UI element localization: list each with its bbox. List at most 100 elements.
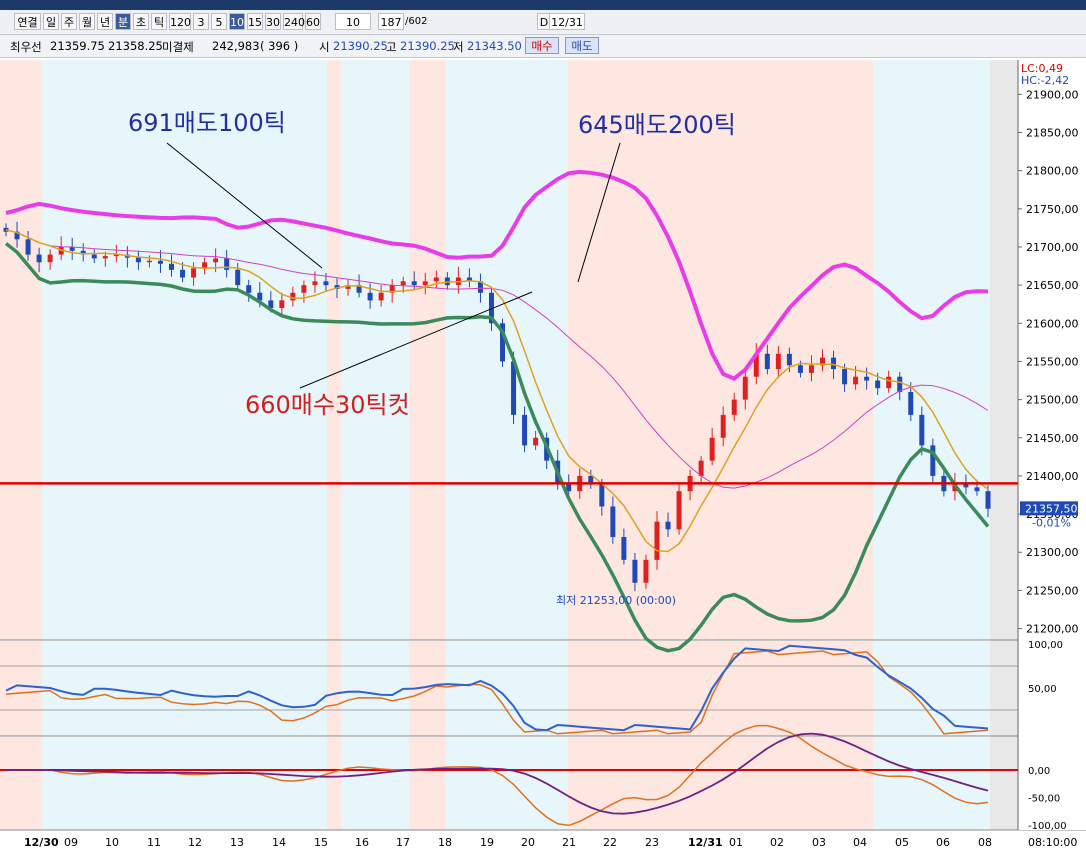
candle-body-61 — [676, 491, 682, 530]
candle-body-17 — [191, 268, 197, 278]
lc-label: LC:0,49 — [1021, 62, 1063, 75]
low-label: 저 — [453, 40, 464, 54]
candle-body-48 — [533, 437, 539, 446]
period-button-7[interactable]: 틱 — [151, 13, 167, 30]
period-button-10[interactable]: 5 — [211, 13, 227, 30]
period-button-5[interactable]: 분 — [115, 13, 131, 30]
candle-body-59 — [654, 521, 660, 560]
legend-upper[interactable]: 상한선(21580,68) — [456, 61, 552, 75]
period-button-2[interactable]: 주 — [61, 13, 77, 30]
legend-ma5[interactable]: 5(21377,20) — [662, 61, 733, 75]
candle-body-83 — [919, 414, 925, 446]
best-bid-value: 21358.25 — [108, 39, 163, 53]
x-tick-label-9: 17 — [396, 836, 410, 849]
x-tick-label-20: 04 — [853, 836, 867, 849]
high-value: 21390.25 — [400, 39, 455, 53]
period-button-8[interactable]: 120 — [169, 13, 191, 30]
sell-button[interactable]: 매도 — [565, 37, 599, 54]
region-shade-osc2-8 — [873, 737, 990, 830]
arrow-sell-691 — [166, 142, 323, 269]
date-input[interactable]: 12/31 — [549, 13, 585, 30]
price-chart[interactable]: 21900,00 21850,00 21800,00 21750,00 21700,00… — [0, 0, 1086, 862]
candle-body-55 — [610, 506, 616, 537]
candle-body-23 — [257, 292, 263, 301]
x-tick-label-17: 01 — [729, 836, 743, 849]
legend-bb-mid[interactable]: Bollinger Bands중심선 20,2(21452,82) — [233, 61, 448, 75]
candle-body-46 — [511, 361, 517, 415]
candle-body-62 — [687, 475, 693, 492]
annotation-sell-645: 645매도200틱 — [578, 111, 736, 139]
candle-body-43 — [477, 281, 483, 293]
region-shade-main-7 — [722, 60, 873, 640]
region-shade-main-2 — [327, 60, 341, 640]
x-tick-label-10: 18 — [438, 836, 452, 849]
region-shade-osc2-0 — [0, 737, 42, 830]
period-button-13[interactable]: 30 — [265, 13, 281, 30]
last-price-value: 21357,50 — [1025, 502, 1078, 515]
candle-body-42 — [466, 277, 472, 282]
period-button-0[interactable]: 연결 — [14, 13, 41, 30]
candle-body-19 — [213, 258, 219, 263]
region-shade-main-0 — [0, 60, 42, 640]
unsettled-change: ( 396 ) — [260, 39, 299, 53]
region-shade-osc2-7 — [722, 737, 873, 830]
candle-body-78 — [864, 376, 870, 381]
candle-body-38 — [422, 281, 428, 286]
count-select[interactable]: 10 — [335, 13, 371, 30]
lower-band-line — [4, 242, 990, 653]
period-button-4[interactable]: 년 — [97, 13, 113, 30]
candle-body-73 — [808, 365, 814, 373]
candle-body-79 — [875, 380, 881, 389]
upper-band-line — [5, 169, 989, 381]
hc-label: HC:-2,42 — [1021, 74, 1069, 87]
middle-band-line — [5, 229, 989, 489]
page-input[interactable]: 187 — [378, 13, 404, 30]
x-tick-label-15: 23 — [645, 836, 659, 849]
buy-button[interactable]: 매수 — [525, 37, 559, 54]
candle-body-82 — [908, 391, 914, 415]
region-shade-osc1-3 — [341, 641, 409, 736]
region-shade-osc1-5 — [446, 641, 568, 736]
osc1-fast-line — [5, 644, 989, 732]
period-button-1[interactable]: 일 — [43, 13, 59, 30]
period-button-12[interactable]: 15 — [247, 13, 263, 30]
period-button-6[interactable]: 초 — [133, 13, 149, 30]
candle-body-15 — [169, 263, 175, 270]
candle-body-75 — [831, 357, 837, 370]
candle-body-50 — [555, 460, 561, 484]
candle-body-20 — [224, 258, 230, 270]
x-tick-label-7: 15 — [314, 836, 328, 849]
candle-body-72 — [797, 365, 803, 373]
candle-body-85 — [941, 475, 947, 492]
candle-body-66 — [731, 399, 737, 415]
period-button-9[interactable]: 3 — [193, 13, 209, 30]
region-shade-osc2-2 — [327, 737, 341, 830]
period-button-11[interactable]: 10 — [229, 13, 245, 30]
candle-body-39 — [433, 277, 439, 282]
period-button-3[interactable]: 월 — [79, 13, 95, 30]
candle-body-69 — [764, 353, 770, 370]
annotation-buy-660: 660매수30틱컷 — [245, 391, 410, 419]
region-shade-osc2-4 — [409, 737, 446, 830]
arrow-buy-660 — [299, 291, 533, 389]
high-label: 고 — [386, 40, 397, 54]
y-tick-label-3: 21750,00 — [1026, 203, 1079, 216]
x-tick-label-11: 19 — [480, 836, 494, 849]
period-button-15[interactable]: 60 — [305, 13, 321, 30]
window-titlebar — [0, 0, 1086, 10]
legend-lower[interactable]: 하한선(21324,96) — [559, 61, 655, 75]
candle-body-8 — [91, 254, 97, 259]
candle-body-45 — [500, 323, 506, 362]
candle-body-28 — [312, 281, 318, 286]
legend-bb[interactable]: Bollinger Bands — [136, 61, 226, 75]
y-axis-bg — [1018, 60, 1086, 830]
candle-body-4 — [47, 254, 53, 263]
region-shade-osc1-1 — [42, 641, 327, 736]
y-tick-label-9: 21450,00 — [1026, 432, 1079, 445]
candle-body-35 — [389, 285, 395, 293]
time-readout: 08:10:00 — [1028, 836, 1077, 849]
candle-body-25 — [279, 300, 285, 309]
legend-macd[interactable]: MACD 크로스 강세패턴 약세패턴 — [741, 61, 903, 75]
x-tick-label-8: 16 — [355, 836, 369, 849]
period-button-14[interactable]: 240 — [283, 13, 305, 30]
